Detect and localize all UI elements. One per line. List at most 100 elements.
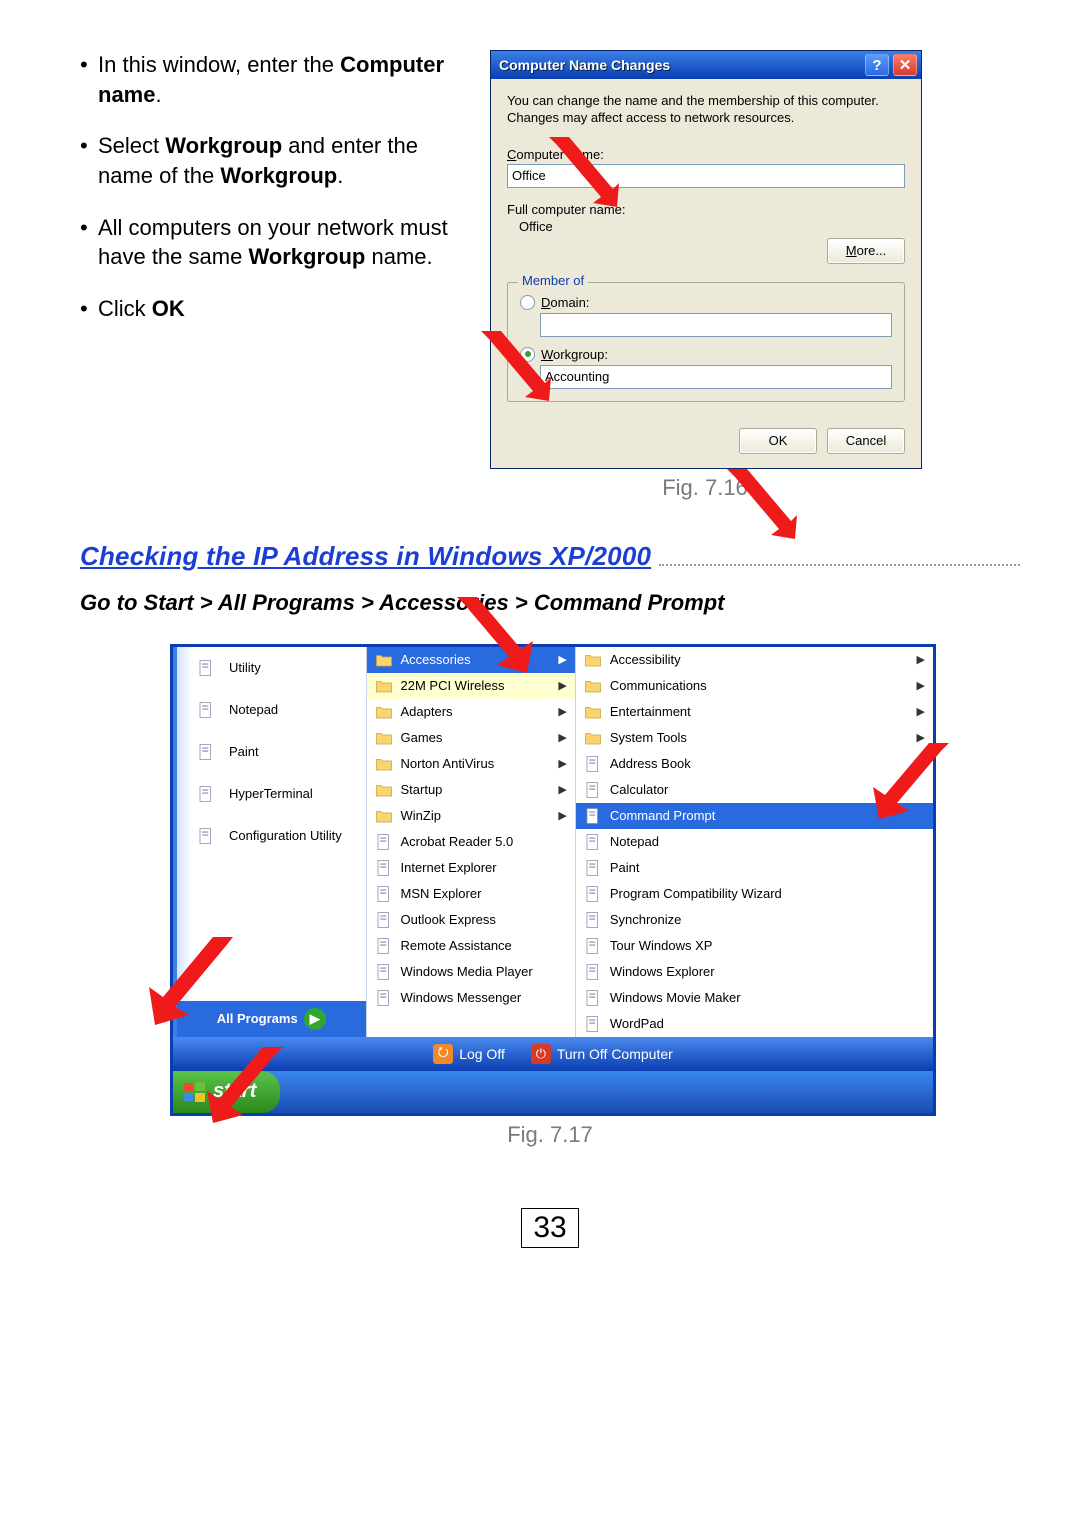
figure-caption: Fig. 7.17 — [170, 1122, 930, 1148]
dialog-description: You can change the name and the membersh… — [507, 93, 905, 127]
workgroup-input[interactable] — [540, 365, 892, 389]
instr-text: In this window, enter the — [98, 52, 340, 77]
ok-button[interactable]: OK — [739, 428, 817, 454]
menu-item-label: Acrobat Reader 5.0 — [401, 834, 514, 849]
more-button[interactable]: More... — [827, 238, 905, 264]
menu-item[interactable]: Tour Windows XP — [576, 933, 933, 959]
menu-item[interactable]: 22M PCI Wireless ▶ — [367, 673, 575, 699]
help-button[interactable]: ? — [865, 54, 889, 76]
menu-item[interactable]: Utility — [177, 647, 366, 689]
menu-item[interactable]: Entertainment▶ — [576, 699, 933, 725]
folder-icon — [375, 703, 393, 721]
menu-item[interactable]: Outlook Express — [367, 907, 575, 933]
domain-input[interactable] — [540, 313, 892, 337]
dialog-titlebar: Computer Name Changes ? ✕ — [491, 51, 921, 79]
app-icon — [584, 755, 602, 773]
menu-item-label: Address Book — [610, 756, 691, 771]
callout-arrow-icon — [727, 469, 797, 539]
menu-item[interactable]: Adapters ▶ — [367, 699, 575, 725]
app-icon — [584, 963, 602, 981]
instruction-list: • In this window, enter the Computer nam… — [80, 50, 460, 346]
menu-item[interactable]: Games ▶ — [367, 725, 575, 751]
dialog-title: Computer Name Changes — [499, 57, 670, 73]
menu-item[interactable]: Synchronize — [576, 907, 933, 933]
menu-item[interactable]: Acrobat Reader 5.0 — [367, 829, 575, 855]
menu-item-label: 22M PCI Wireless — [401, 678, 505, 693]
app-icon — [191, 737, 221, 767]
menu-item[interactable]: Paint — [177, 731, 366, 773]
full-computer-name-value: Office — [507, 219, 905, 234]
turn-off-button[interactable]: ⏻Turn Off Computer — [531, 1044, 673, 1064]
workgroup-radio-row[interactable]: Workgroup: — [520, 347, 892, 362]
app-icon — [375, 859, 393, 877]
instruction-bullet: • All computers on your network must hav… — [80, 213, 460, 272]
app-icon — [375, 885, 393, 903]
menu-item-label: Entertainment — [610, 704, 691, 719]
menu-item[interactable]: Internet Explorer — [367, 855, 575, 881]
app-icon — [375, 963, 393, 981]
member-of-legend: Member of — [518, 273, 588, 288]
callout-arrow-icon — [203, 1047, 283, 1127]
chevron-right-icon: ▶ — [558, 731, 566, 744]
app-icon — [375, 833, 393, 851]
domain-radio-row[interactable]: Domain: — [520, 295, 892, 310]
domain-radio[interactable] — [520, 295, 535, 310]
callout-arrow-icon — [869, 743, 949, 823]
menu-item-label: Adapters — [401, 704, 453, 719]
app-icon — [375, 989, 393, 1007]
menu-item-label: HyperTerminal — [229, 786, 313, 801]
menu-item-label: System Tools — [610, 730, 687, 745]
power-icon: ⏻ — [531, 1044, 551, 1064]
menu-item[interactable]: HyperTerminal — [177, 773, 366, 815]
menu-item[interactable]: Windows Messenger — [367, 985, 575, 1011]
menu-item[interactable]: Configuration Utility — [177, 815, 366, 857]
chevron-right-icon: ▶ — [917, 679, 925, 692]
folder-icon — [375, 781, 393, 799]
menu-item[interactable]: Norton AntiVirus▶ — [367, 751, 575, 777]
menu-item[interactable]: Communications▶ — [576, 673, 933, 699]
log-off-button[interactable]: ⭮Log Off — [433, 1044, 505, 1064]
menu-item-label: WordPad — [610, 1016, 664, 1031]
app-icon — [584, 937, 602, 955]
cancel-button[interactable]: Cancel — [827, 428, 905, 454]
menu-item-label: WinZip — [401, 808, 441, 823]
menu-item[interactable]: Program Compatibility Wizard — [576, 881, 933, 907]
page-number: 33 — [521, 1208, 579, 1248]
app-icon — [191, 695, 221, 725]
start-menu-bottom-bar: ⭮Log Off ⏻Turn Off Computer — [173, 1037, 933, 1071]
callout-arrow-icon — [481, 331, 551, 401]
menu-item[interactable]: Remote Assistance — [367, 933, 575, 959]
chevron-right-icon: ▶ — [558, 705, 566, 718]
menu-item-label: Notepad — [610, 834, 659, 849]
start-menu: UtilityNotepadPaintHyperTerminalConfigur… — [170, 644, 936, 1116]
menu-item-label: Games — [401, 730, 443, 745]
instruction-bullet: • In this window, enter the Computer nam… — [80, 50, 460, 109]
menu-item-label: MSN Explorer — [401, 886, 482, 901]
member-of-group: Member of Domain: Workgroup: — [507, 282, 905, 402]
menu-item-label: Configuration Utility — [229, 828, 342, 843]
menu-item[interactable]: WinZip▶ — [367, 803, 575, 829]
chevron-right-icon: ▶ — [558, 679, 566, 692]
app-icon — [584, 989, 602, 1007]
app-icon — [191, 779, 221, 809]
menu-item[interactable]: Windows Explorer — [576, 959, 933, 985]
menu-item[interactable]: Windows Movie Maker — [576, 985, 933, 1011]
app-icon — [584, 833, 602, 851]
app-icon — [191, 653, 221, 683]
programs-submenu: Accessories▶22M PCI Wireless▶Adapters▶Ga… — [367, 647, 576, 1037]
menu-item[interactable]: Notepad — [177, 689, 366, 731]
section-title: Checking the IP Address in Windows XP/20… — [80, 541, 651, 572]
menu-item[interactable]: Windows Media Player — [367, 959, 575, 985]
menu-item[interactable]: WordPad — [576, 1011, 933, 1037]
folder-icon — [584, 677, 602, 695]
menu-item[interactable]: Startup▶ — [367, 777, 575, 803]
menu-item[interactable]: Accessibility▶ — [576, 647, 933, 673]
menu-item[interactable]: Notepad — [576, 829, 933, 855]
menu-item[interactable]: MSN Explorer — [367, 881, 575, 907]
menu-item-label: Utility — [229, 660, 261, 675]
menu-item[interactable]: Paint — [576, 855, 933, 881]
chevron-right-icon: ▶ — [917, 653, 925, 666]
close-button[interactable]: ✕ — [893, 54, 917, 76]
app-icon — [584, 807, 602, 825]
computer-name-changes-dialog: Computer Name Changes ? ✕ You can change… — [490, 50, 922, 469]
